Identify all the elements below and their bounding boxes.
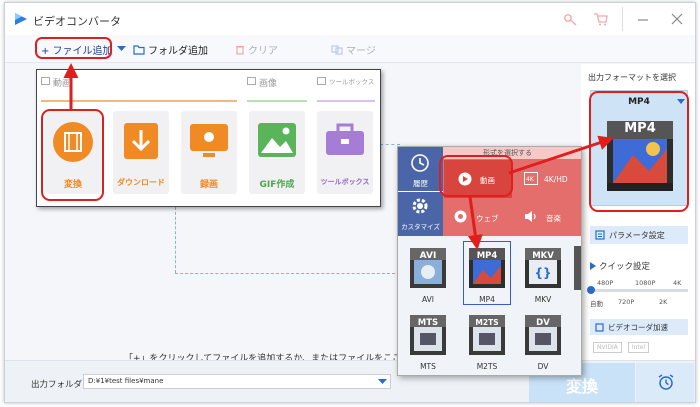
app-window: ビデオコンバータ + ファイル追加 フォルダ追加 クリア マージ 「+」をクリッ… xyxy=(4,2,696,403)
annotation-arrows xyxy=(63,63,614,250)
